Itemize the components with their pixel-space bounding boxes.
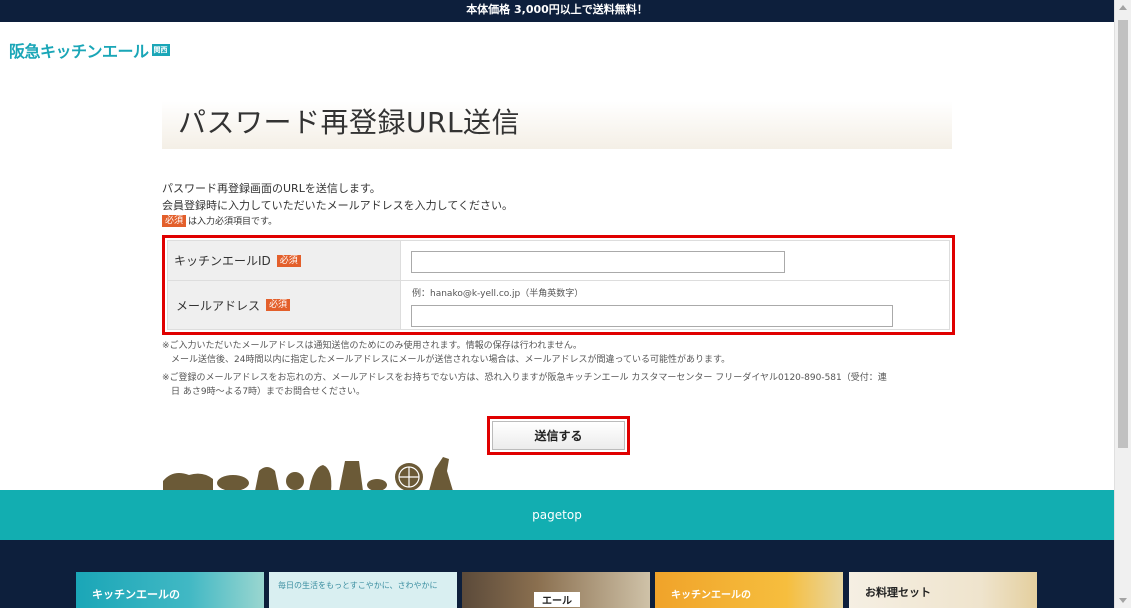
email-example: 例：hanako@k-yell.co.jp（半角英数字） [412,289,584,299]
footer-card-2-text: 毎日の生活をもっとすこやかに、さわやかに [278,581,438,590]
email-required-badge: 必須 [266,299,291,311]
kitchen-yell-id-row: キッチンエールID 必須 [168,241,949,281]
scroll-up-icon[interactable] [1119,5,1127,10]
intro-line-2: 会員登録時に入力していただいたメールアドレスを入力してください。 [162,199,514,212]
footer-card-2[interactable]: 毎日の生活をもっとすこやかに、さわやかに [269,572,457,608]
vertical-scrollbar[interactable] [1114,0,1131,608]
email-input[interactable] [411,305,893,327]
form-highlight-frame: キッチンエールID 必須 メールアドレス 必須 例：hanako@k-yell.… [162,235,955,335]
footer-card-3-text: エール [534,592,580,607]
kitchen-yell-id-input[interactable] [411,251,785,273]
required-note-text: は入力必須項目です。 [188,217,278,227]
footer-card-5[interactable]: お料理セット [849,572,1037,608]
id-required-badge: 必須 [276,254,301,267]
email-label: メールアドレス 必須 [168,281,401,329]
pagetop-button[interactable]: pagetop [0,490,1114,540]
note-2-line-1: ※ご登録のメールアドレスをお忘れの方、メールアドレスをお持ちでない方は、恐れ入り… [162,373,887,383]
submit-highlight-frame: 送信する [487,416,630,455]
logo-badge: 関西 [151,44,170,56]
notes: ※ご入力いただいたメールアドレスは通知送信のためにのみ使用されます。情報の保存は… [162,339,952,403]
pagetop-label: pagetop [532,508,582,522]
note-2-line-2: 日 あさ9時～よる7時）までお問合せください。 [162,387,366,397]
required-badge: 必須 [162,215,187,227]
email-label-text: メールアドレス [176,298,261,313]
site-logo[interactable]: 阪急キッチンエール 関西 [9,40,170,61]
page-title-box: パスワード再登録URL送信 [162,101,952,149]
intro-line-1: パスワード再登録画面のURLを送信します。 [162,182,381,195]
kitchen-yell-id-label: キッチンエールID 必須 [168,241,401,280]
note-1: ※ご入力いただいたメールアドレスは通知送信のためにのみ使用されます。情報の保存は… [162,339,952,367]
note-2: ※ご登録のメールアドレスをお忘れの方、メールアドレスをお持ちでない方は、恐れ入り… [162,371,952,399]
footer: キッチンエールの 毎日の生活をもっとすこやかに、さわやかに エール キッチンエー… [0,540,1114,608]
scrollbar-thumb[interactable] [1118,20,1128,448]
banner-text: 本体価格 3,000円以上で送料無料！ [466,3,648,16]
id-label-text: キッチンエールID [174,254,271,268]
required-note: 必須 は入力必須項目です。 [162,214,513,231]
note-1-line-1: ※ご入力いただいたメールアドレスは通知送信のためにのみ使用されます。情報の保存は… [162,341,582,351]
food-silhouette-icon [163,457,453,491]
note-1-line-2: メール送信後、24時間以内に指定したメールアドレスにメールが送信されない場合は、… [162,355,731,365]
page-title: パスワード再登録URL送信 [178,106,521,139]
free-shipping-banner: 本体価格 3,000円以上で送料無料！ [0,0,1114,22]
footer-card-1-text: キッチンエールの [92,588,180,601]
footer-card-4-text: キッチンエールの [671,590,751,601]
footer-card-4[interactable]: キッチンエールの [655,572,843,608]
footer-card-3[interactable]: エール [462,572,650,608]
footer-card-1[interactable]: キッチンエールの [76,572,264,608]
email-row: メールアドレス 必須 例：hanako@k-yell.co.jp（半角英数字） [168,281,949,329]
form-table: キッチンエールID 必須 メールアドレス 必須 例：hanako@k-yell.… [167,240,950,330]
intro-text: パスワード再登録画面のURLを送信します。 会員登録時に入力していただいたメール… [162,180,513,231]
logo-text: 阪急キッチンエール [9,42,149,61]
footer-card-5-text: お料理セット [865,586,931,599]
submit-button[interactable]: 送信する [492,421,625,450]
scroll-down-icon[interactable] [1119,598,1127,603]
